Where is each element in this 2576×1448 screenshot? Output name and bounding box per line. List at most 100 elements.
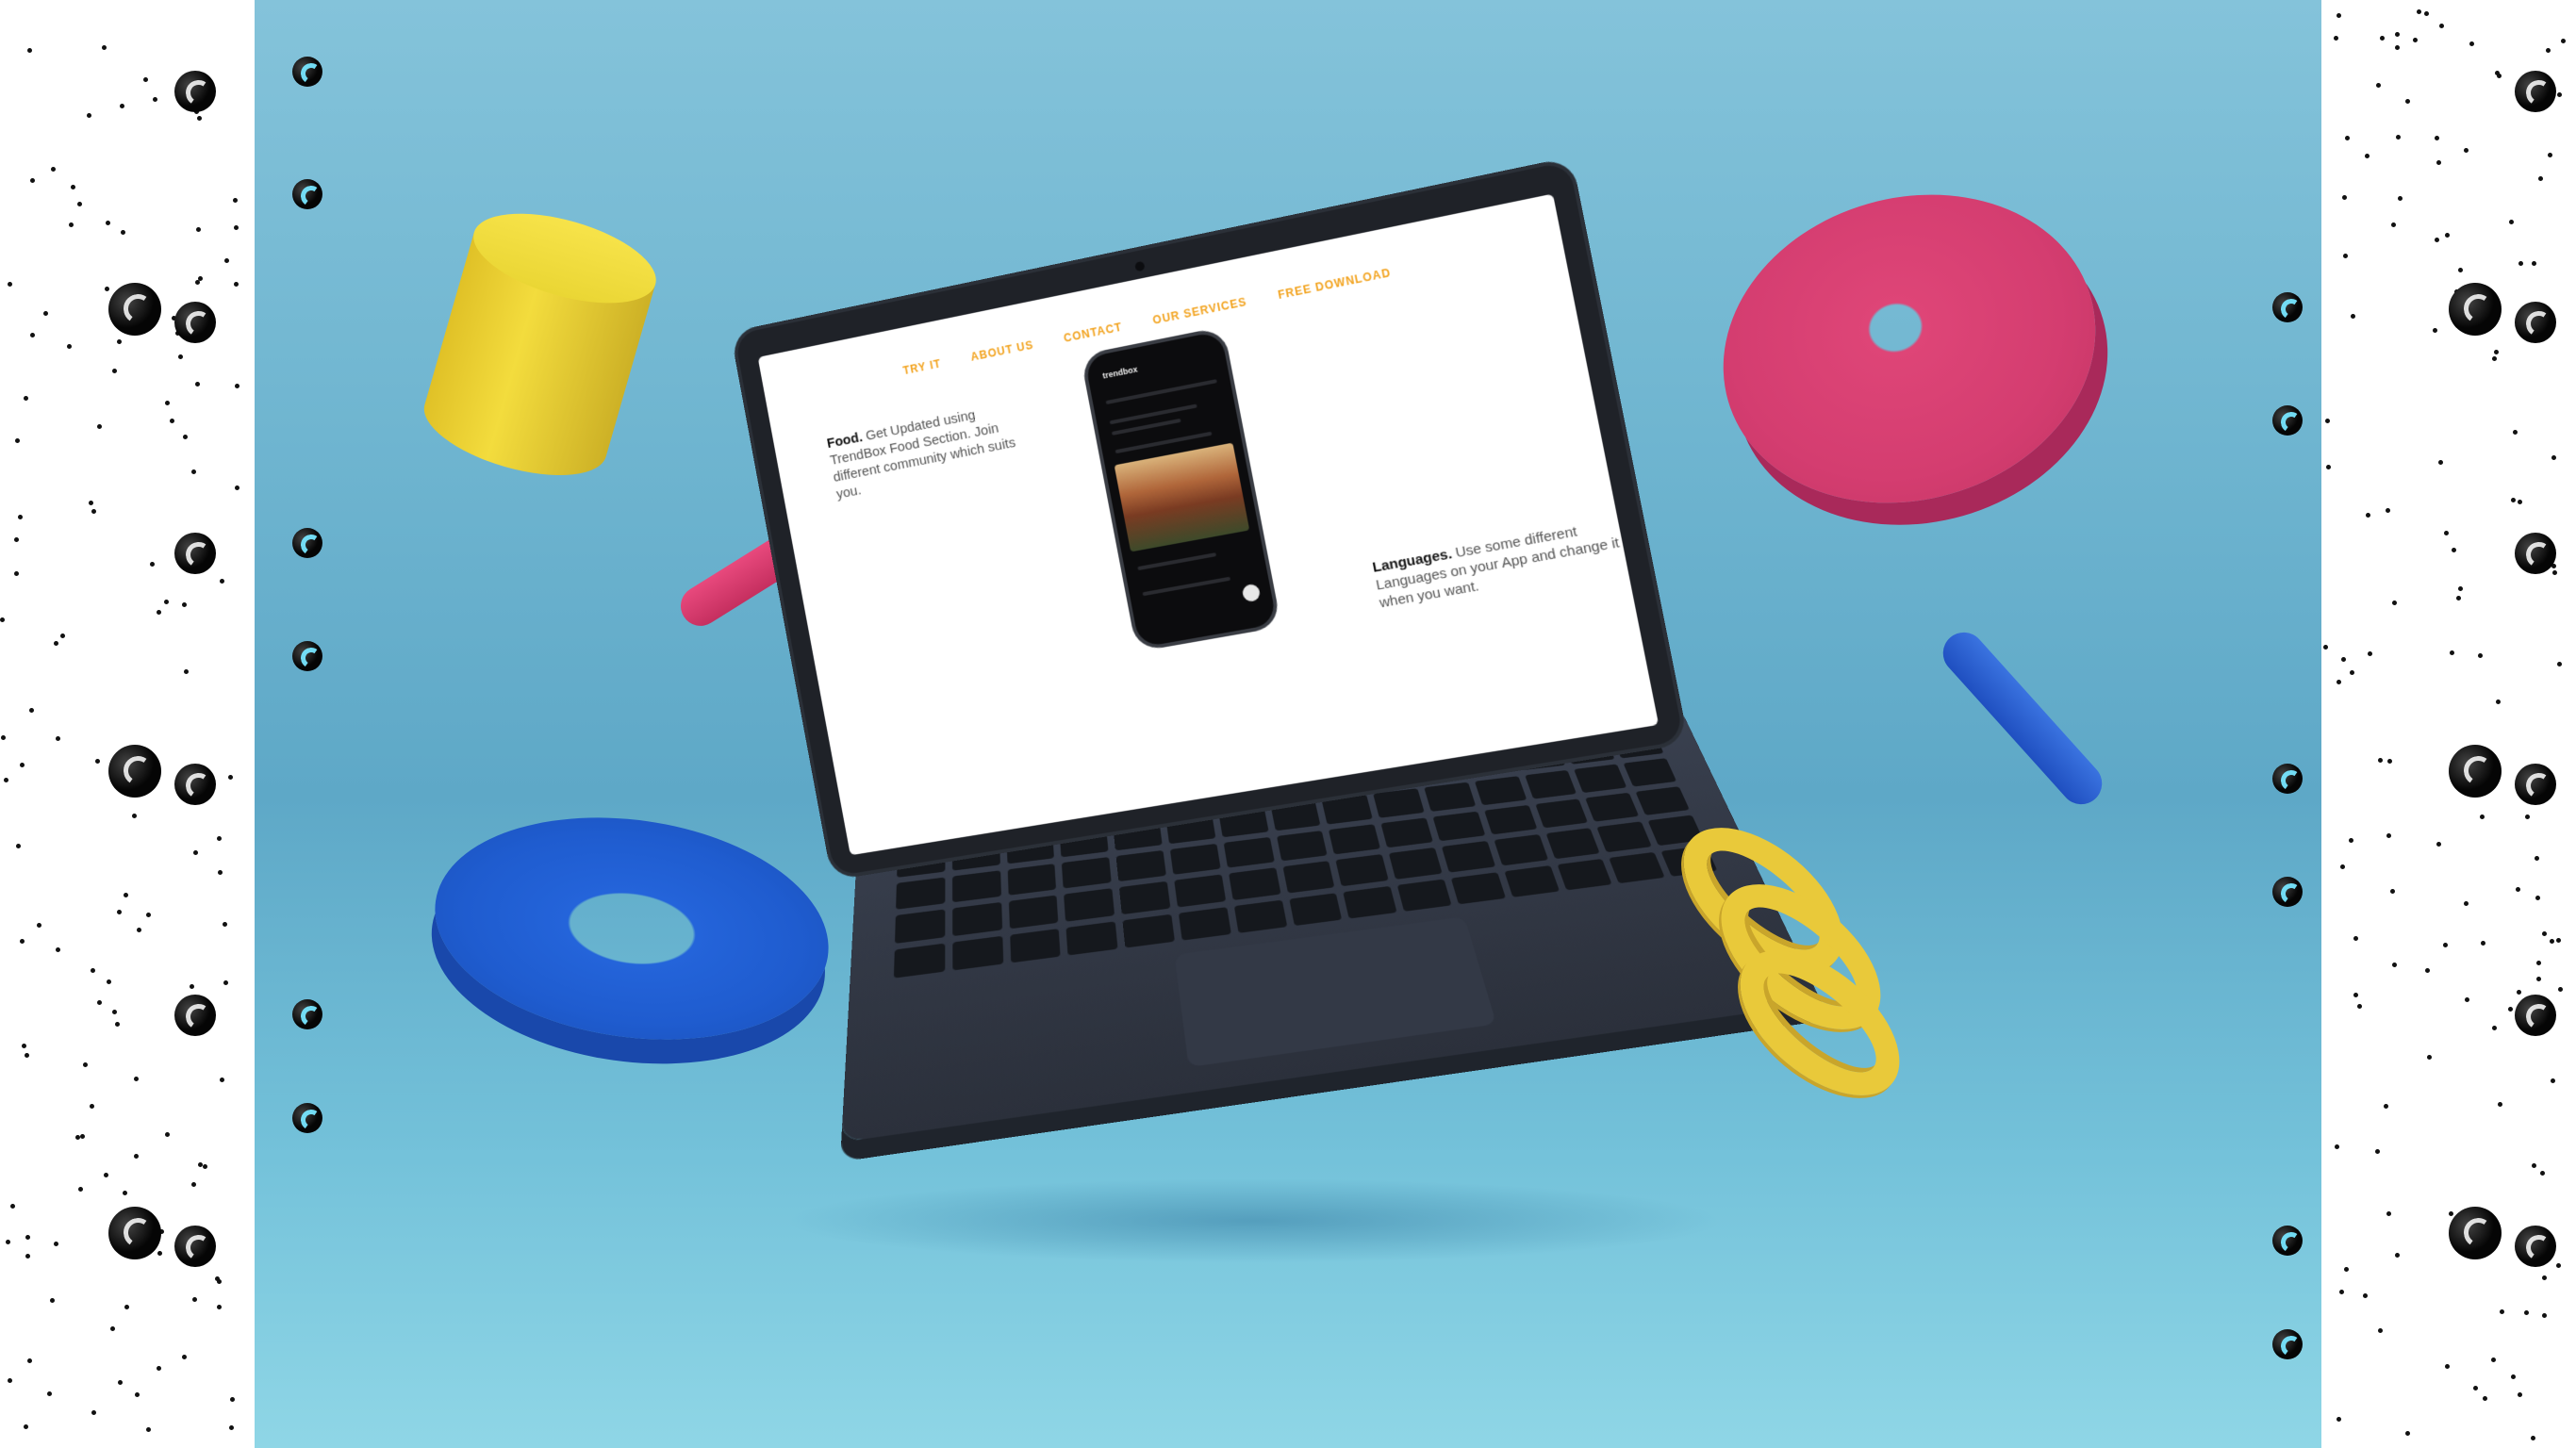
keyboard-key — [1065, 920, 1118, 956]
keyboard-key — [1556, 858, 1612, 891]
decorative-dot — [2353, 936, 2358, 941]
page: TRY IT ABOUT US CONTACT OUR SERVICES FRE… — [0, 0, 2576, 1448]
black-bubble-icon — [108, 1207, 161, 1259]
decorative-dot — [2433, 328, 2437, 333]
decorative-dot — [123, 1191, 127, 1195]
decorative-dot — [2465, 997, 2469, 1002]
decorative-dot — [2532, 1163, 2536, 1168]
decorative-dot — [2452, 548, 2456, 552]
decorative-dot — [20, 763, 25, 767]
nav-item-our-services[interactable]: OUR SERVICES — [1151, 295, 1247, 327]
decorative-dot — [2395, 45, 2400, 50]
nav-item-contact[interactable]: CONTACT — [1063, 321, 1123, 345]
keyboard-key — [1169, 843, 1221, 875]
black-bubble-icon — [2449, 283, 2502, 336]
decorative-dot — [6, 1240, 10, 1244]
decorative-dot — [2390, 889, 2395, 894]
decorative-dot — [220, 579, 224, 584]
decorative-dot — [0, 617, 5, 622]
decorative-dot — [2464, 901, 2469, 906]
decorative-dot — [234, 282, 239, 287]
black-bubble-icon — [2449, 745, 2502, 798]
black-bubble-icon — [108, 283, 161, 336]
decorative-dot — [2536, 977, 2541, 981]
decorative-dot — [2368, 651, 2372, 656]
black-bubble-icon — [2272, 1226, 2303, 1256]
nav-item-about-us[interactable]: ABOUT US — [969, 338, 1034, 364]
phone-feed-photo — [1114, 442, 1250, 552]
keyboard-key — [1119, 880, 1171, 914]
keyboard-key — [1380, 817, 1433, 848]
decorative-dot — [2494, 350, 2499, 354]
decorative-dot — [2444, 531, 2449, 535]
keyboard-key — [1178, 906, 1231, 941]
decorative-dot — [2337, 680, 2341, 684]
phone-placeholder-line — [1105, 379, 1217, 405]
decorative-dot — [218, 870, 223, 875]
decorative-dot — [2334, 36, 2338, 41]
decorative-dot — [91, 968, 95, 973]
black-bubble-icon — [2272, 1329, 2303, 1359]
decorative-dot — [2350, 670, 2354, 675]
decorative-dot — [182, 602, 187, 607]
decorative-dot — [2339, 1290, 2344, 1294]
black-bubble-icon — [2515, 995, 2556, 1036]
black-bubble-icon — [2515, 302, 2556, 343]
decorative-dot — [223, 980, 228, 985]
decorative-dot — [235, 384, 239, 388]
decorative-dot — [224, 258, 229, 263]
decorative-dot — [22, 1044, 26, 1048]
decorative-dot — [2351, 314, 2355, 319]
decorative-dot — [2469, 41, 2474, 46]
phone-placeholder-line — [1109, 403, 1197, 425]
phone-action-icon — [1241, 583, 1262, 603]
nav-item-free-download[interactable]: FREE DOWNLOAD — [1277, 266, 1392, 302]
black-bubble-icon — [2272, 764, 2303, 794]
decorative-dot — [197, 116, 202, 121]
keyboard-key — [1329, 824, 1381, 855]
decorative-dot — [178, 354, 183, 359]
decorative-dot — [120, 104, 124, 108]
decorative-dot — [2478, 653, 2483, 658]
decorative-dot — [2551, 1078, 2555, 1083]
decorative-dot — [60, 634, 65, 638]
decorative-dot — [2366, 513, 2370, 518]
decorative-dot — [107, 979, 111, 984]
decorative-dot — [54, 641, 58, 646]
decorative-dot — [50, 1298, 55, 1303]
decorative-dot — [234, 225, 239, 230]
decorative-dot — [2508, 1007, 2513, 1012]
decorative-dot — [2365, 154, 2370, 158]
decorative-dot — [80, 1134, 85, 1139]
decorative-dot — [2357, 1004, 2362, 1009]
decorative-dot — [2343, 254, 2348, 258]
black-bubble-icon — [2515, 1226, 2556, 1267]
keyboard-key — [1623, 758, 1677, 787]
nav-item-try-it[interactable]: TRY IT — [902, 357, 943, 377]
keyboard-key — [1343, 885, 1397, 919]
decorative-dot — [195, 382, 200, 387]
decorative-dot — [14, 537, 19, 542]
decorative-dot — [2395, 32, 2400, 37]
decorative-dot — [223, 922, 227, 927]
decorative-dot — [2518, 261, 2523, 266]
black-bubble-icon — [174, 71, 216, 112]
decorative-dot — [2492, 1026, 2497, 1030]
keyboard-key — [1335, 854, 1389, 886]
decorative-dot — [2491, 1358, 2496, 1362]
decorative-dot — [43, 311, 48, 316]
decorative-dot — [2518, 1392, 2522, 1397]
decorative-dot — [2458, 586, 2463, 591]
keyboard-key — [1504, 864, 1560, 897]
phone-placeholder-line — [1142, 576, 1231, 597]
decorative-dot — [2340, 864, 2345, 869]
decorative-dot — [2496, 699, 2501, 704]
decorative-dot — [2341, 657, 2346, 662]
decorative-dot — [112, 1010, 117, 1014]
decorative-dot — [91, 509, 96, 514]
decorative-dot — [10, 1204, 15, 1209]
decorative-dot — [2480, 814, 2485, 819]
decorative-dot — [2458, 268, 2463, 272]
decorative-dot — [2513, 430, 2518, 435]
decorative-dot — [2398, 196, 2403, 201]
